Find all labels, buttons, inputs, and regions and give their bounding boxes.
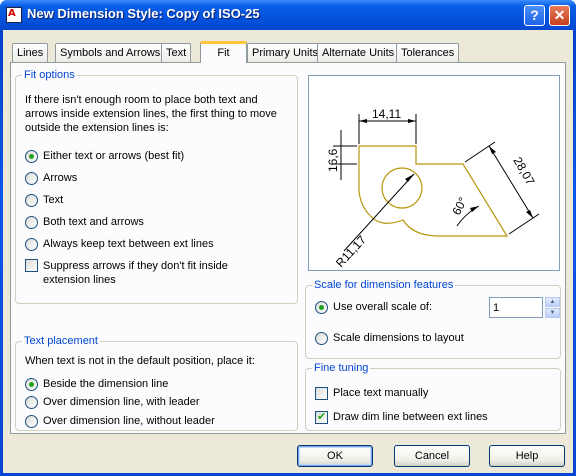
dimension-preview: 14,11 16,6 28,07 60° R11,17 [308,75,560,271]
title-help-button[interactable]: ? [524,5,545,26]
fine-tuning-title: Fine tuning [312,362,371,374]
tab-primary-units[interactable]: Primary Units [247,43,324,62]
radio-best-fit[interactable] [25,150,38,163]
dialog-client-area: Lines Symbols and Arrows Text Fit Primar… [3,30,573,473]
preview-dim-top: 14,11 [372,107,401,121]
scale-group: Scale for dimension features Use overall… [305,279,561,359]
radio-label: Arrows [43,172,78,184]
autocad-app-icon: A [6,7,22,23]
fine-tuning-group: Fine tuning Place text manually Draw dim… [305,362,561,431]
preview-arrowhead [526,210,533,218]
radio-both-text-and-arrows[interactable] [25,216,38,229]
radio-label: Always keep text between ext lines [43,238,214,250]
radio-scale-to-layout[interactable] [315,332,328,345]
scale-title: Scale for dimension features [312,279,456,291]
place-text-manually-checkbox[interactable] [315,387,328,400]
checkbox-label: Draw dim line between ext lines [333,411,488,423]
preview-ext-line [464,141,496,163]
radio-label: Text [43,194,64,206]
preview-arrowhead [408,119,416,123]
tab-lines[interactable]: Lines [12,43,49,62]
tab-tolerances[interactable]: Tolerances [396,43,460,62]
tab-fit[interactable]: Fit [200,41,247,63]
tab-symbols-and-arrows[interactable]: Symbols and Arrows [55,43,166,62]
title-close-button[interactable]: ✕ [549,5,570,26]
radio-over-with-leader[interactable] [25,396,38,409]
fit-tab-panel: Fit options If there isn't enough room t… [10,62,566,434]
radio-arrows[interactable] [25,172,38,185]
tab-label: Primary Units [252,47,319,59]
radio-label: Use overall scale of: [333,301,433,313]
preview-drawing: 14,11 16,6 28,07 60° R11,17 [326,107,540,270]
tab-label: Symbols and Arrows [60,47,161,59]
preview-ext-line [508,213,540,235]
overall-scale-input[interactable] [489,297,543,318]
checkbox-label: Place text manually [333,387,429,399]
radio-use-overall-scale[interactable] [315,301,328,314]
radio-label: Scale dimensions to layout [333,332,464,344]
radio-label: Over dimension line, with leader [43,396,200,408]
radio-always-keep-text[interactable] [25,238,38,251]
tab-label: Tolerances [401,47,455,59]
tab-label: Text [166,47,187,59]
suppress-arrows-checkbox[interactable] [25,259,38,272]
radio-beside-dim-line[interactable] [25,378,38,391]
draw-dim-line-checkbox[interactable] [315,410,328,424]
tab-label: Alternate Units [322,47,395,59]
fit-options-group: Fit options If there isn't enough room t… [15,69,298,304]
fit-options-title: Fit options [22,69,77,81]
radio-text[interactable] [25,194,38,207]
tab-text[interactable]: Text [161,43,192,62]
preview-arrowhead [489,146,496,154]
cancel-button[interactable]: Cancel [394,445,470,467]
text-placement-title: Text placement [22,335,100,347]
preview-dim-right: 28,07 [510,155,537,188]
help-button[interactable]: Help [489,445,565,467]
scale-spin-up-button[interactable]: ▲ [545,297,560,307]
text-placement-description: When text is not in the default position… [25,355,255,367]
radio-label: Both text and arrows [43,216,144,228]
tab-label: Lines [17,47,44,59]
window-title: New Dimension Style: Copy of ISO-25 [27,6,260,21]
preview-dim-left: 16,6 [326,148,340,172]
scale-spin-down-button[interactable]: ▼ [545,308,560,318]
radio-label: Either text or arrows (best fit) [43,150,185,162]
fit-options-description: If there isn't enough room to place both… [25,94,277,134]
suppress-arrows-label: Suppress arrows if they don't fit inside… [43,260,228,286]
title-bar[interactable]: A New Dimension Style: Copy of ISO-25 ? … [0,0,576,30]
preview-arrowhead [359,119,367,123]
preview-arrowhead [405,174,414,182]
tab-alternate-units[interactable]: Alternate Units [317,43,400,62]
radio-label: Beside the dimension line [43,378,169,390]
radio-label: Over dimension line, without leader [43,415,215,427]
radio-over-without-leader[interactable] [25,415,38,428]
dialog-window: A New Dimension Style: Copy of ISO-25 ? … [0,0,576,476]
preview-shape-outline [358,145,509,237]
ok-button[interactable]: OK [297,445,373,467]
text-placement-group: Text placement When text is not in the d… [15,335,298,431]
preview-dim-radius: R11,17 [333,233,369,270]
tab-label: Fit [217,47,230,59]
